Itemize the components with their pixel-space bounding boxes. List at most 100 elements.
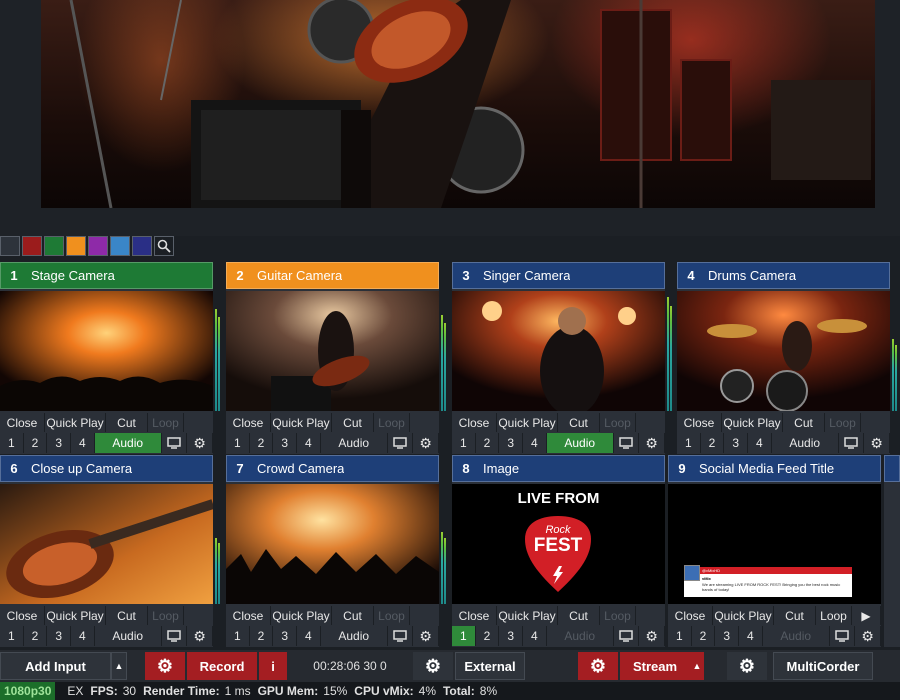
quick-play-button[interactable]: Quick Play [713,606,774,625]
overlay-3-button[interactable]: 3 [724,433,749,453]
overlay-2-button[interactable]: 2 [23,626,48,646]
input-title-bar[interactable]: 1 Stage Camera [0,262,213,289]
overlay-4-button[interactable]: 4 [739,626,763,646]
cut-button[interactable]: Cut [783,413,825,432]
overlay-1-button[interactable]: 1 [0,433,24,453]
input-title-bar[interactable]: 3 Singer Camera [452,262,665,289]
quick-play-button[interactable]: Quick Play [271,606,332,625]
overlay-2-button[interactable]: 2 [249,433,274,453]
record-settings-button[interactable]: ⚙ [145,652,185,680]
cut-button[interactable]: Cut [106,606,148,625]
overlay-3-button[interactable]: 3 [273,626,298,646]
gear-icon[interactable]: ⚙ [639,433,665,453]
audio-button[interactable]: Audio [771,433,839,453]
audio-button[interactable]: Audio [762,626,830,646]
close-button[interactable]: Close [226,413,271,432]
overlay-1-button[interactable]: 1 [668,626,692,646]
color-tab-purple[interactable] [88,236,108,256]
overlay-1-button[interactable]: 1 [677,433,701,453]
cut-button[interactable]: Cut [774,606,816,625]
overlay-1-button[interactable]: 1 [226,626,250,646]
overlay-2-button[interactable]: 2 [23,433,48,453]
loop-button[interactable]: Loop [825,413,861,432]
input-title-bar[interactable]: 2 Guitar Camera [226,262,439,289]
loop-button[interactable]: Loop [816,606,852,625]
overlay-2-button[interactable]: 2 [475,626,500,646]
input-preview-thumbnail[interactable] [0,484,213,604]
gear-icon[interactable]: ⚙ [855,626,881,646]
close-button[interactable]: Close [452,413,497,432]
audio-button[interactable]: Audio [94,433,162,453]
input-title-bar[interactable]: 7 Crowd Camera [226,455,439,482]
overlay-1-button[interactable]: 1 [226,433,250,453]
stream-dropdown-button[interactable]: ▲ [690,652,704,680]
resolution-indicator[interactable]: 1080p30 [0,682,56,700]
gear-icon[interactable]: ⚙ [187,433,213,453]
color-tab-red[interactable] [22,236,42,256]
record-button[interactable]: Record [187,652,257,680]
cut-button[interactable]: Cut [558,413,600,432]
quick-play-button[interactable]: Quick Play [45,606,106,625]
input-preview-thumbnail[interactable]: @vMixHD vMix We are streaming LIVE FROM RO… [668,484,881,604]
gear-icon[interactable]: ⚙ [413,626,439,646]
monitor-icon[interactable] [161,626,188,646]
audio-button[interactable]: Audio [94,626,162,646]
color-tab-all[interactable] [0,236,20,256]
record-info-button[interactable]: i [259,652,287,680]
input-panel-partial[interactable] [884,455,900,647]
play-icon[interactable]: ▶ [852,606,881,625]
cut-button[interactable]: Cut [558,606,600,625]
loop-button[interactable]: Loop [600,413,636,432]
overlay-2-button[interactable]: 2 [475,433,500,453]
input-panel[interactable]: 9 Social Media Feed Title @vMixHD vMix We ar… [668,455,881,647]
close-button[interactable]: Close [668,606,713,625]
gear-icon[interactable]: ⚙ [864,433,890,453]
gear-icon[interactable]: ⚙ [413,433,439,453]
overlay-2-button[interactable]: 2 [700,433,725,453]
audio-button[interactable]: Audio [320,626,388,646]
loop-button[interactable]: Loop [148,413,184,432]
overlay-4-button[interactable]: 4 [297,433,321,453]
input-preview-thumbnail[interactable] [226,484,439,604]
overlay-4-button[interactable]: 4 [297,626,321,646]
stream-button[interactable]: Stream [620,652,690,680]
overlay-1-button[interactable]: 1 [0,626,24,646]
input-preview-thumbnail[interactable] [677,291,890,411]
loop-button[interactable]: Loop [374,606,410,625]
input-preview-thumbnail[interactable] [452,291,665,411]
close-button[interactable]: Close [226,606,271,625]
close-button[interactable]: Close [452,606,497,625]
color-tab-blue[interactable] [110,236,130,256]
overlay-4-button[interactable]: 4 [523,433,547,453]
input-preview-thumbnail[interactable] [226,291,439,411]
external-settings-button[interactable]: ⚙ [413,652,453,680]
loop-button[interactable]: Loop [374,413,410,432]
overlay-3-button[interactable]: 3 [499,626,524,646]
monitor-icon[interactable] [829,626,856,646]
overlay-1-button[interactable]: 1 [452,433,476,453]
color-tab-orange[interactable] [66,236,86,256]
overlay-4-button[interactable]: 4 [71,626,95,646]
external-button[interactable]: External [455,652,525,680]
monitor-icon[interactable] [387,626,414,646]
audio-button[interactable]: Audio [546,433,614,453]
color-tab-green[interactable] [44,236,64,256]
overlay-4-button[interactable]: 4 [71,433,95,453]
overlay-3-button[interactable]: 3 [273,433,298,453]
monitor-icon[interactable] [838,433,865,453]
quick-play-button[interactable]: Quick Play [497,413,558,432]
close-button[interactable]: Close [677,413,722,432]
gear-icon[interactable]: ⚙ [639,626,665,646]
loop-button[interactable]: Loop [600,606,636,625]
monitor-icon[interactable] [613,433,640,453]
quick-play-button[interactable]: Quick Play [271,413,332,432]
quick-play-button[interactable]: Quick Play [722,413,783,432]
multicorder-button[interactable]: MultiCorder [773,652,873,680]
overlay-4-button[interactable]: 4 [748,433,772,453]
overlay-3-button[interactable]: 3 [47,433,72,453]
multicorder-settings-button[interactable]: ⚙ [727,652,767,680]
overlay-2-button[interactable]: 2 [691,626,716,646]
input-panel[interactable]: 6 Close up Camera Close Quick Play Cut Loop 1 2… [0,455,220,647]
close-button[interactable]: Close [0,606,45,625]
overlay-3-button[interactable]: 3 [47,626,72,646]
